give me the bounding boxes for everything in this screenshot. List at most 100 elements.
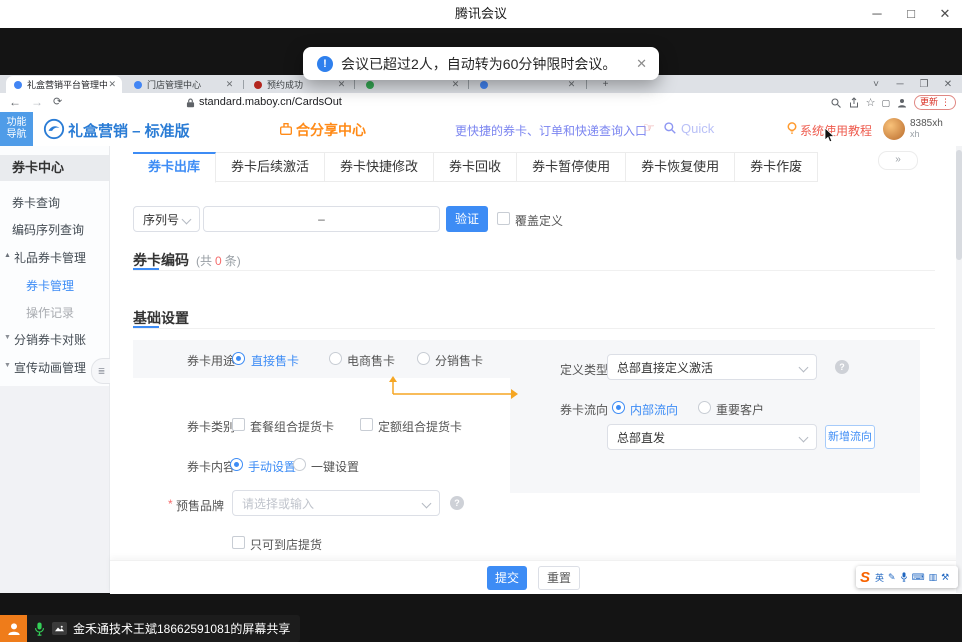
zoom-icon[interactable]	[830, 97, 842, 109]
kebab-menu-icon[interactable]: ⋮	[941, 96, 950, 109]
share-center-link[interactable]: 合分享中心	[296, 120, 366, 140]
sogou-logo-icon[interactable]: S	[860, 569, 870, 586]
tab-close-icon[interactable]: ✕	[223, 79, 236, 90]
back-icon[interactable]: ←	[9, 95, 21, 109]
expand-panel-button[interactable]: »	[878, 151, 918, 170]
sidebar-item-card-management-active[interactable]: 券卡管理	[26, 277, 74, 294]
share-icon[interactable]	[848, 97, 860, 109]
side-panel-icon[interactable]: ▢	[881, 97, 890, 109]
chevron-down-icon	[182, 215, 192, 225]
usage-radio-distribution[interactable]	[417, 352, 430, 365]
overwrite-checkbox[interactable]	[497, 212, 510, 225]
brand-help-icon[interactable]: ?	[450, 496, 464, 510]
quick-search-icon[interactable]	[663, 121, 677, 135]
category-checkbox-fixed[interactable]	[360, 418, 373, 431]
share-center-icon	[278, 121, 294, 137]
form-action-bar: 提交 重置	[110, 560, 962, 594]
tab-card-void[interactable]: 券卡作废	[735, 152, 818, 182]
tab-close-icon[interactable]: ✕	[335, 79, 348, 90]
info-icon: !	[317, 56, 333, 72]
flow-radio-internal[interactable]	[612, 401, 625, 414]
reset-button[interactable]: 重置	[538, 566, 580, 590]
app-header: 功能 导航 礼盒营销 – 标准版 合分享中心 更快捷的券卡、订单和快递查询入口 …	[0, 112, 962, 147]
new-tab-icon[interactable]: +	[600, 79, 611, 90]
address-bar[interactable]: standard.maboy.cn/CardsOut	[199, 96, 342, 108]
tutorial-link[interactable]: 系统使用教程	[800, 122, 872, 139]
sidebar-item-code-sequence-query[interactable]: 编码序列查询	[12, 221, 84, 238]
ime-toolbox-icon[interactable]: ⚒	[941, 572, 949, 583]
content-tab-bar: 券卡出库 券卡后续激活 券卡快捷修改 券卡回收 券卡暂停使用 券卡恢复使用 券卡…	[133, 152, 818, 181]
serial-field-select[interactable]: 序列号	[133, 206, 200, 232]
content-radio-manual[interactable]	[230, 458, 243, 471]
quick-label[interactable]: Quick	[681, 121, 714, 136]
caret-down-icon: ▼	[4, 362, 11, 369]
toast-close-icon[interactable]: ✕	[636, 56, 647, 72]
usage-radio-direct[interactable]	[232, 352, 245, 365]
store-only-label: 只可到店提货	[250, 536, 322, 553]
sidebar-item-gift-card-management[interactable]: 礼品券卡管理	[14, 249, 86, 266]
tab-close-icon[interactable]: ✕	[107, 79, 118, 90]
user-avatar[interactable]	[883, 118, 905, 140]
favicon	[254, 81, 262, 89]
browser-close-icon[interactable]: ✕	[936, 79, 960, 90]
function-nav-button[interactable]: 功能 导航	[0, 112, 33, 146]
browser-minimize-icon[interactable]: ─	[888, 79, 912, 90]
flow-radio-vip[interactable]	[698, 401, 711, 414]
brand-select[interactable]: 请选择或输入	[232, 490, 440, 516]
deftype-select[interactable]: 总部直接定义激活	[607, 354, 817, 380]
browser-restore-icon[interactable]: ❐	[912, 79, 936, 90]
tab-card-recycle[interactable]: 券卡回收	[434, 152, 517, 182]
browser-tab-gift-admin[interactable]: 礼盒营销平台管理中心 ✕	[6, 76, 122, 93]
sidebar-item-operation-log[interactable]: 操作记录	[26, 304, 74, 321]
share-banner-text: 金禾通技术王斌18662591081的屏幕共享	[73, 620, 290, 637]
forward-icon[interactable]: →	[31, 95, 43, 109]
tab-card-outbound[interactable]: 券卡出库	[133, 152, 216, 183]
deftype-help-icon[interactable]: ?	[835, 360, 849, 374]
sidebar-collapse-handle[interactable]: ≣	[91, 358, 111, 384]
verify-button[interactable]: 验证	[446, 206, 488, 232]
chrome-update-button[interactable]: 更新 ⋮	[914, 95, 956, 110]
add-flow-button[interactable]: 新增流向	[825, 425, 875, 449]
bookmark-star-icon[interactable]: ☆	[866, 97, 876, 109]
tab-card-restore[interactable]: 券卡恢复使用	[626, 152, 735, 182]
browser-tab-store-admin[interactable]: 门店管理中心 ✕	[126, 76, 240, 93]
ime-handwriting-icon[interactable]: ✎	[888, 572, 896, 583]
sidebar-item-card-query[interactable]: 券卡查询	[12, 194, 60, 211]
tab-close-icon[interactable]: ✕	[449, 79, 462, 90]
content-radio-oneclick[interactable]	[293, 458, 306, 471]
tab-close-icon[interactable]: ✕	[565, 79, 578, 90]
submit-button[interactable]: 提交	[487, 566, 527, 590]
category-checkbox-combo[interactable]	[232, 418, 245, 431]
screen-share-banner: 金禾通技术王斌18662591081的屏幕共享	[0, 615, 300, 642]
caret-up-icon: ▲	[4, 252, 11, 259]
content-label: 券卡内容	[187, 458, 235, 475]
meeting-title: 腾讯会议	[0, 0, 962, 28]
sidebar-item-distribution-reconciliation[interactable]: 分销券卡对账	[14, 331, 86, 348]
maximize-icon[interactable]: □	[894, 0, 928, 28]
tab-card-later-activate[interactable]: 券卡后续激活	[216, 152, 325, 182]
minimize-icon[interactable]: ─	[860, 0, 894, 28]
page-scrollbar-thumb[interactable]	[956, 150, 962, 260]
ime-language-icon[interactable]: 英	[875, 571, 884, 584]
lightbulb-icon	[786, 122, 798, 135]
ime-mic-icon[interactable]	[900, 572, 908, 582]
ime-skin-icon[interactable]: ▥	[929, 572, 938, 583]
chevron-down-icon	[799, 433, 809, 443]
store-only-checkbox[interactable]	[232, 536, 245, 549]
serial-range-input[interactable]: –	[203, 206, 440, 232]
tab-card-quick-modify[interactable]: 券卡快捷修改	[325, 152, 434, 182]
tab-search-icon[interactable]: ˅	[864, 79, 888, 90]
ime-keyboard-icon[interactable]: ⌨	[912, 572, 925, 583]
flow-select[interactable]: 总部直发	[607, 424, 817, 450]
usage-radio-ecommerce[interactable]	[329, 352, 342, 365]
tab-card-suspend[interactable]: 券卡暂停使用	[517, 152, 626, 182]
app-logo-icon	[43, 118, 65, 140]
browser-toolbar: ← → ⟳ standard.maboy.cn/CardsOut ☆ ▢	[0, 93, 962, 113]
profile-icon[interactable]	[896, 97, 908, 109]
codes-count: (共0条)	[196, 252, 241, 269]
quick-entry-link[interactable]: 更快捷的券卡、订单和快递查询入口	[455, 122, 647, 139]
close-icon[interactable]: ✕	[928, 0, 962, 28]
reload-icon[interactable]: ⟳	[53, 95, 62, 108]
sidebar-item-promo-animation[interactable]: 宣传动画管理	[14, 359, 86, 376]
flow-label: 券卡流向	[560, 401, 608, 418]
